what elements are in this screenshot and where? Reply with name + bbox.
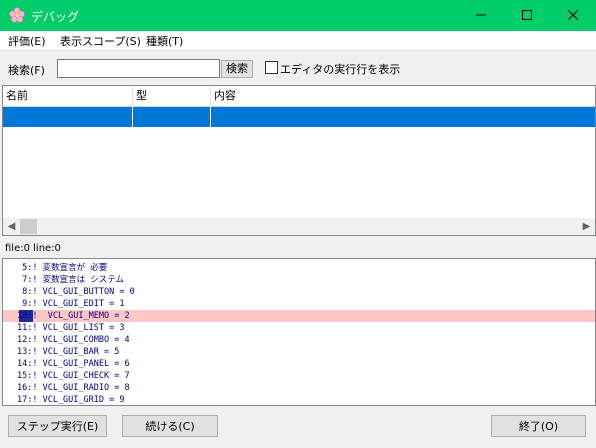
code-line[interactable]: 11:! VCL_GUI_LIST = 3	[3, 322, 595, 334]
close-icon	[567, 9, 579, 21]
code-line[interactable]: 15:! VCL_GUI_CHECK = 7	[3, 370, 595, 382]
code-line[interactable]: 16:! VCL_GUI_RADIO = 8	[3, 382, 595, 394]
code-line[interactable]: 9:! VCL_GUI_EDIT = 1	[3, 298, 595, 310]
code-text: 5:! 変数宣言が 必要	[17, 263, 108, 273]
code-text: 9:! VCL_GUI_EDIT = 1	[17, 299, 125, 309]
code-text: 13:! VCL_GUI_BAR = 5	[17, 347, 120, 357]
search-label: 検索(F)	[8, 64, 45, 77]
minimize-icon	[476, 14, 486, 16]
window-title: デバッグ	[31, 10, 80, 24]
code-text: 7:! 変数宣言は システム	[17, 275, 124, 285]
status-text: file:0 line:0	[5, 243, 61, 254]
title-bar: デバッグ	[0, 0, 596, 31]
code-text: 8:! VCL_GUI_BUTTON = 0	[17, 287, 135, 297]
search-input[interactable]	[57, 59, 220, 78]
step-button[interactable]: ステップ実行(E)	[8, 415, 107, 437]
scroll-left-icon[interactable]: ◀	[3, 218, 20, 235]
code-text: 12:! VCL_GUI_COMBO = 4	[17, 335, 130, 345]
maximize-button[interactable]	[504, 0, 550, 31]
code-text: 14:! VCL_GUI_PANEL = 6	[17, 359, 130, 369]
horizontal-scrollbar[interactable]: ◀ ▶	[3, 218, 595, 235]
close-button[interactable]	[550, 0, 596, 31]
status-bar: file:0 line:0	[0, 238, 596, 258]
end-button[interactable]: 終了(O)	[491, 415, 586, 437]
scroll-right-icon[interactable]: ▶	[578, 218, 595, 235]
list-header: 名前 型 内容	[3, 86, 595, 107]
show-editor-line-checkbox[interactable]	[265, 61, 278, 74]
variable-list[interactable]: 名前 型 内容 ◀ ▶	[2, 85, 596, 236]
code-line[interactable]: 12:! VCL_GUI_COMBO = 4	[3, 334, 595, 346]
list-row-selected[interactable]	[3, 107, 595, 127]
code-line[interactable]: 7:! 変数宣言は システム	[3, 274, 595, 286]
menu-type[interactable]: 種類(T)	[146, 33, 183, 49]
code-text: 15:! VCL_GUI_CHECK = 7	[17, 371, 130, 381]
flower-icon	[9, 7, 25, 23]
show-editor-line-label[interactable]: エディタの実行行を表示	[280, 61, 400, 77]
source-view[interactable]: 5:! 変数宣言が 必要 7:! 変数宣言は システム 8:! VCL_GUI_…	[2, 258, 596, 406]
code-text: 10:! VCL_GUI_MEMO = 2	[17, 311, 130, 321]
code-line[interactable]: 14:! VCL_GUI_PANEL = 6	[3, 358, 595, 370]
code-text: 16:! VCL_GUI_RADIO = 8	[17, 383, 130, 393]
column-content[interactable]: 内容	[211, 86, 595, 106]
search-bar: 検索(F) 検索 エディタの実行行を表示	[0, 52, 596, 84]
search-button[interactable]: 検索	[221, 60, 253, 78]
code-line-current[interactable]: 10:! VCL_GUI_MEMO = 2	[3, 310, 595, 322]
cell-divider	[132, 107, 133, 127]
menu-bar: 評価(E) 表示スコープ(S) 種類(T)	[0, 31, 596, 51]
menu-evaluate[interactable]: 評価(E)	[8, 33, 46, 49]
menu-display-scope[interactable]: 表示スコープ(S)	[60, 33, 141, 49]
code-line[interactable]: 5:! 変数宣言が 必要	[3, 262, 595, 274]
maximize-icon	[522, 10, 532, 20]
continue-button[interactable]: 続ける(C)	[122, 415, 218, 437]
code-text: 11:! VCL_GUI_LIST = 3	[17, 323, 125, 333]
cell-divider	[210, 107, 211, 127]
column-type[interactable]: 型	[133, 86, 211, 106]
button-bar: ステップ実行(E) 続ける(C) 終了(O)	[0, 405, 596, 448]
code-line[interactable]: 13:! VCL_GUI_BAR = 5	[3, 346, 595, 358]
scroll-thumb[interactable]	[20, 219, 37, 234]
code-line[interactable]: 8:! VCL_GUI_BUTTON = 0	[3, 286, 595, 298]
column-name[interactable]: 名前	[3, 86, 133, 106]
minimize-button[interactable]	[458, 0, 504, 31]
